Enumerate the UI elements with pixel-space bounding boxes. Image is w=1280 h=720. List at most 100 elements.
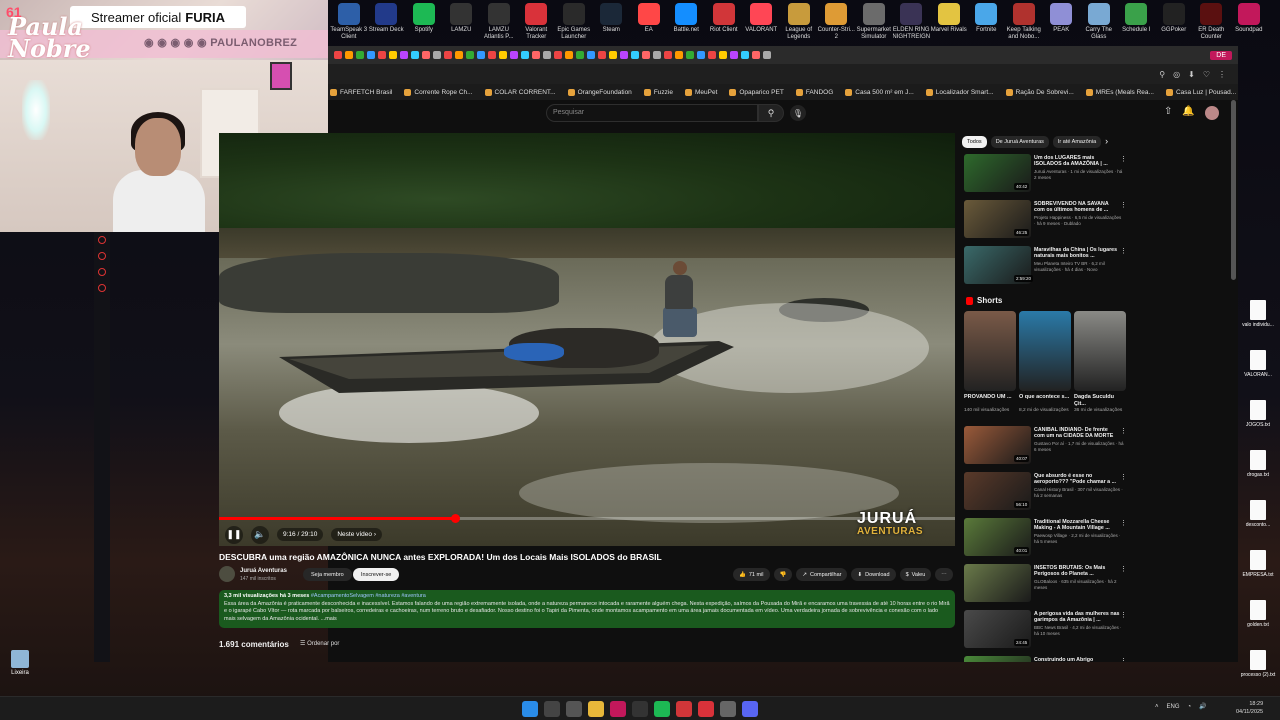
- desktop-shortcut[interactable]: Stream Deck: [368, 0, 406, 46]
- tab-favicon[interactable]: [433, 51, 441, 59]
- recommended-video[interactable]: INSETOS BRUTAIS: Os Mais Perigosos do Pl…: [962, 564, 1130, 606]
- tab-favicon[interactable]: [334, 51, 342, 59]
- more-options-icon[interactable]: ⋮: [1120, 473, 1127, 481]
- tab-favicon[interactable]: [576, 51, 584, 59]
- more-options-icon[interactable]: ⋮: [1120, 611, 1127, 619]
- tab-favicon[interactable]: [455, 51, 463, 59]
- bookmark-item[interactable]: MeuPet: [684, 88, 717, 96]
- tab-favicon[interactable]: [763, 51, 771, 59]
- bookmark-item[interactable]: Ração De Sobrevi...: [1005, 88, 1074, 96]
- downloads-icon[interactable]: ⬇: [1188, 70, 1195, 79]
- tab-favicon[interactable]: [466, 51, 474, 59]
- volume-button[interactable]: 🔈: [251, 525, 269, 544]
- tab-favicon[interactable]: [620, 51, 628, 59]
- tab-favicon[interactable]: [708, 51, 716, 59]
- more-options-icon[interactable]: ⋮: [1120, 155, 1127, 163]
- description-tags[interactable]: #AcampamentoSelvagem #natureza #aventura: [311, 593, 426, 599]
- short-item[interactable]: Dagda Suculdu Çit... 36 mi de visualizaçõ…: [1074, 311, 1126, 414]
- bookmark-item[interactable]: Casa 500 m² em J...: [845, 88, 914, 96]
- desktop-shortcut[interactable]: ER Death Counter: [1193, 0, 1231, 46]
- settings-taskbar-icon[interactable]: [720, 701, 736, 717]
- chapter-button[interactable]: Neste vídeo ›: [331, 528, 383, 541]
- thanks-button[interactable]: $ Valeu: [899, 568, 932, 581]
- video-title[interactable]: CANIBAL INDIANO- De frente com um na CID…: [1034, 427, 1120, 439]
- recycle-bin[interactable]: Lixeira: [8, 650, 32, 676]
- desktop-shortcut[interactable]: ELDEN RING NIGHTREIGN: [893, 0, 930, 46]
- rail-dot[interactable]: [98, 268, 106, 276]
- video-title[interactable]: INSETOS BRUTAIS: Os Mais Perigosos do Pl…: [1034, 565, 1120, 577]
- bookmark-item[interactable]: OrangeFoundation: [567, 88, 632, 96]
- short-item[interactable]: O que acontece s... 8,2 mi de visualizaçõ…: [1019, 311, 1071, 414]
- language-indicator[interactable]: ENG: [1167, 704, 1180, 710]
- tab-favicon[interactable]: [411, 51, 419, 59]
- pause-button[interactable]: ❚❚: [225, 525, 243, 544]
- avatar[interactable]: [1204, 106, 1219, 120]
- profile-icon[interactable]: ◎: [1173, 70, 1180, 79]
- filter-chip[interactable]: Ir até Amazônia: [1052, 136, 1102, 148]
- tab-favicon[interactable]: [554, 51, 562, 59]
- more-options-icon[interactable]: ⋮: [1120, 519, 1127, 527]
- bookmark-item[interactable]: Corrente Rope Ch...: [404, 88, 473, 96]
- short-title[interactable]: PROVANDO UM ...: [964, 394, 1016, 408]
- desktop-file[interactable]: VALORAN...: [1238, 350, 1278, 400]
- short-title[interactable]: O que acontece s...: [1019, 394, 1071, 408]
- desktop-shortcut[interactable]: Riot Client: [705, 0, 743, 46]
- tab-favicon[interactable]: [631, 51, 639, 59]
- desktop-file[interactable]: golden.txt: [1238, 600, 1278, 650]
- more-options-icon[interactable]: ⋮: [1120, 427, 1127, 435]
- tab-favicon[interactable]: [587, 51, 595, 59]
- tab-favicon[interactable]: [653, 51, 661, 59]
- desktop-file[interactable]: drogas.txt: [1238, 450, 1278, 500]
- rail-dot[interactable]: [98, 284, 106, 292]
- desktop-shortcut[interactable]: EA: [630, 0, 668, 46]
- chevron-right-icon[interactable]: ›: [1105, 136, 1108, 148]
- desktop-shortcut[interactable]: Spotify: [405, 0, 443, 46]
- short-thumbnail[interactable]: [1019, 311, 1071, 391]
- channel-name[interactable]: Juruá Aventuras: [240, 568, 287, 574]
- tab-favicon[interactable]: [488, 51, 496, 59]
- bookmark-item[interactable]: Opaparico PET: [729, 88, 784, 96]
- video-thumbnail[interactable]: [964, 656, 1031, 662]
- short-title[interactable]: Dagda Suculdu Çit...: [1074, 394, 1126, 408]
- rail-dot[interactable]: [98, 252, 106, 260]
- recommended-video[interactable]: Construindo um Abrigo ⋮: [962, 656, 1130, 662]
- desktop-shortcut[interactable]: LAMZU: [443, 0, 481, 46]
- search-input[interactable]: Pesquisar: [546, 104, 758, 122]
- page-scrollbar[interactable]: [1231, 100, 1236, 280]
- short-thumbnail[interactable]: [964, 311, 1016, 391]
- filter-chip[interactable]: Todos: [962, 136, 987, 148]
- tab-favicon[interactable]: [686, 51, 694, 59]
- tab-favicon[interactable]: [367, 51, 375, 59]
- progress-scrubber[interactable]: [450, 514, 460, 523]
- tab-favicon[interactable]: [697, 51, 705, 59]
- video-title[interactable]: Um dos LUGARES mais ISOLADOS da AMAZÔNIA…: [1034, 155, 1120, 167]
- short-item[interactable]: PROVANDO UM ... 140 mil visualizações: [964, 311, 1016, 414]
- more-options-icon[interactable]: ⋮: [1120, 247, 1127, 255]
- share-button[interactable]: ↗ Compartilhar: [796, 568, 848, 581]
- bell-icon[interactable]: 🔔: [1182, 106, 1194, 120]
- tab-favicon[interactable]: [532, 51, 540, 59]
- favorite-icon[interactable]: ♡: [1203, 70, 1210, 79]
- search-taskbar-icon[interactable]: [544, 701, 560, 717]
- tracker-taskbar-icon[interactable]: [698, 701, 714, 717]
- tab-favicon[interactable]: [730, 51, 738, 59]
- windows-start-icon[interactable]: [522, 701, 538, 717]
- video-thumbnail[interactable]: [964, 564, 1031, 602]
- filter-chip[interactable]: De Juruá Aventuras: [990, 136, 1049, 148]
- recommended-video[interactable]: 2:59:20 Maravilhas da China | Os lugares …: [962, 246, 1130, 288]
- video-description[interactable]: 3,3 mil visualizações há 3 meses #Acampa…: [219, 590, 955, 628]
- active-tab[interactable]: DE: [1210, 50, 1232, 60]
- bookmark-item[interactable]: FANDOG: [795, 88, 833, 96]
- tab-favicon[interactable]: [741, 51, 749, 59]
- bookmark-item[interactable]: COLAR CORRENT...: [484, 88, 556, 96]
- more-options-icon[interactable]: ⋮: [1120, 565, 1127, 573]
- system-clock[interactable]: 18:29 04/11/2025: [1236, 700, 1263, 716]
- desktop-shortcut[interactable]: Soundpad: [1230, 0, 1268, 46]
- tab-favicon[interactable]: [400, 51, 408, 59]
- tab-favicon[interactable]: [609, 51, 617, 59]
- tab-favicon[interactable]: [664, 51, 672, 59]
- bookmark-item[interactable]: FARFETCH Brasil: [330, 88, 392, 96]
- video-title[interactable]: Construindo um Abrigo: [1034, 657, 1120, 662]
- desktop-shortcut[interactable]: GGPoker: [1155, 0, 1193, 46]
- desktop-shortcut[interactable]: Battle.net: [668, 0, 706, 46]
